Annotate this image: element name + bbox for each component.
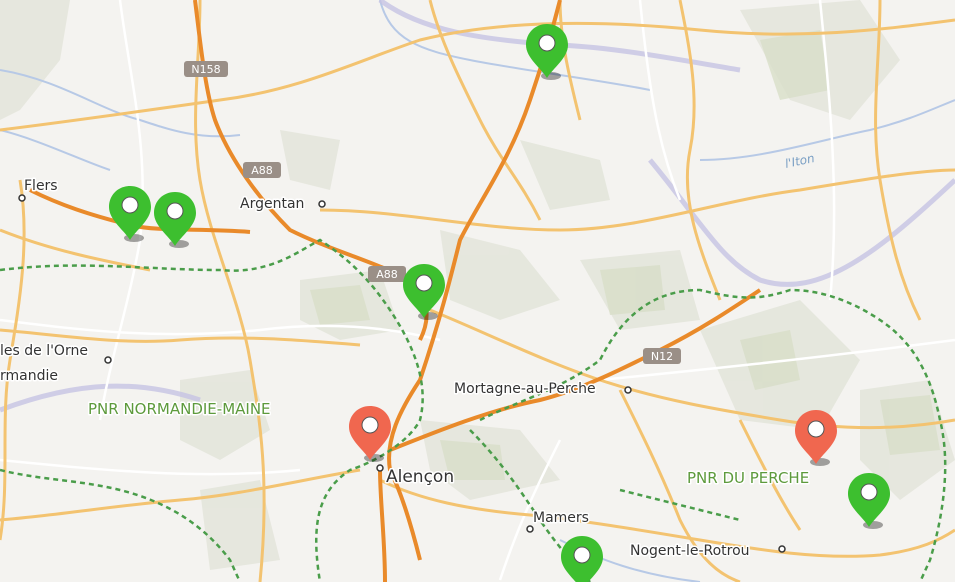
city-label-mortagne: Mortagne-au-Perche [454, 381, 596, 397]
park-label-normandie-maine: PNR NORMANDIE-MAINE [88, 400, 271, 418]
map-canvas[interactable]: N158 A88 A88 N12 Flers Argentan les de l… [0, 0, 955, 582]
map-marker-green[interactable] [558, 534, 606, 582]
city-label-normandie: rmandie [0, 368, 58, 384]
city-label-alencon: Alençon [386, 467, 454, 487]
svg-text:A88: A88 [251, 164, 273, 177]
map-marker-red[interactable] [792, 408, 840, 468]
map-marker-red[interactable] [346, 404, 394, 464]
city-label-nogent: Nogent-le-Rotrou [630, 543, 750, 559]
road-shield-n12: N12 [643, 348, 681, 364]
road-shield-a88-north: A88 [243, 162, 281, 178]
city-label-argentan: Argentan [240, 196, 304, 212]
svg-text:N158: N158 [191, 63, 220, 76]
map-marker-green[interactable] [523, 22, 571, 82]
map-marker-green[interactable] [151, 190, 199, 250]
map-marker-green[interactable] [106, 184, 154, 244]
map-base-layer: N158 A88 A88 N12 Flers Argentan les de l… [0, 0, 955, 582]
city-label-mamers: Mamers [533, 510, 589, 526]
map-marker-green[interactable] [845, 471, 893, 531]
road-shield-n158: N158 [184, 61, 228, 77]
svg-text:N12: N12 [651, 350, 673, 363]
city-label-orne: les de l'Orne [0, 343, 88, 359]
park-label-perche: PNR DU PERCHE [687, 469, 809, 487]
map-marker-green[interactable] [400, 262, 448, 322]
svg-text:A88: A88 [376, 268, 398, 281]
city-label-flers: Flers [24, 178, 58, 194]
